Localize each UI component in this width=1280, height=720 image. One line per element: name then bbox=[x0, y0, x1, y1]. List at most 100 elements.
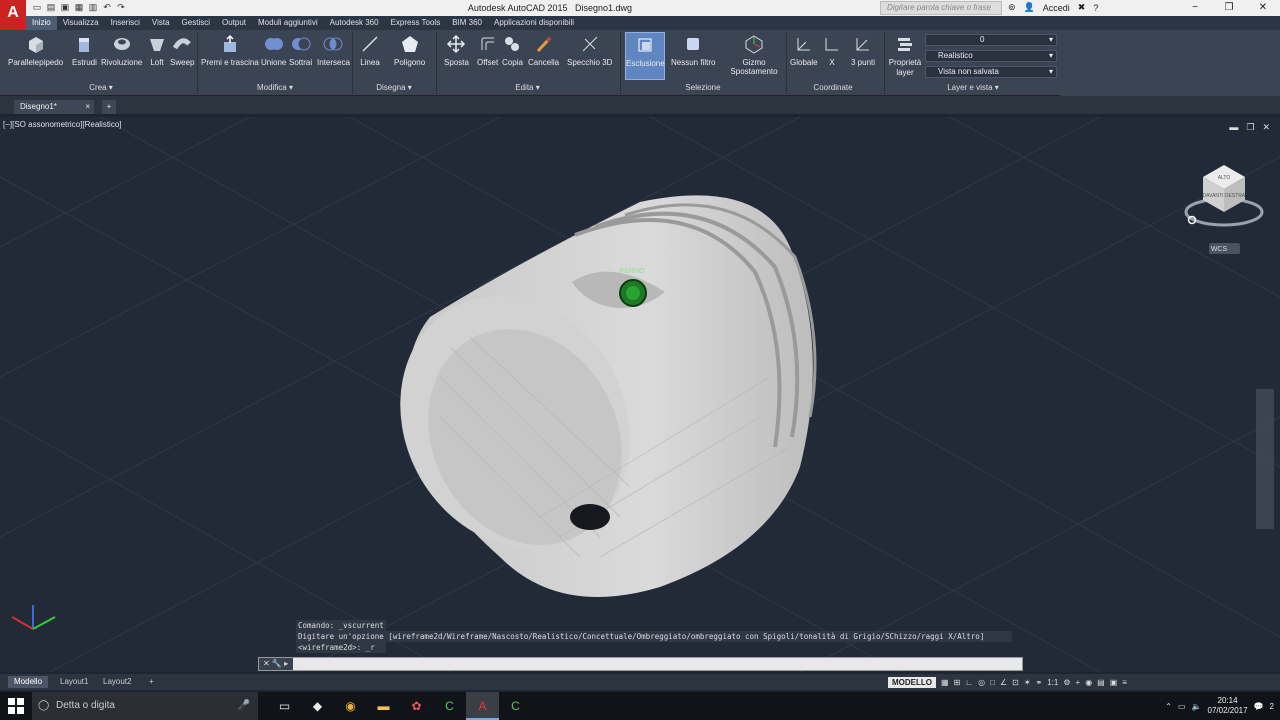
camtasia-icon[interactable]: C bbox=[433, 692, 466, 720]
osnap-icon[interactable]: □ bbox=[990, 678, 995, 687]
tab-applicazioni-disponibili[interactable]: Applicazioni disponibili bbox=[488, 16, 580, 30]
model-space-button[interactable]: MODELLO bbox=[888, 676, 936, 688]
camtasia-recorder-icon[interactable]: C bbox=[499, 692, 532, 720]
ucs-3-punti-button[interactable]: 3 punti bbox=[851, 34, 875, 67]
loft-button[interactable]: Loft bbox=[147, 34, 167, 67]
volume-icon[interactable]: 🔈 bbox=[1192, 702, 1202, 711]
group-layer-e-vista[interactable]: Layer e vista ▾ bbox=[888, 83, 1058, 92]
command-line-controls[interactable]: ✕ 🔧 ▸ bbox=[259, 658, 293, 670]
dynucs-icon[interactable]: ⊡ bbox=[1012, 678, 1019, 687]
exchange-icon[interactable]: ✖ bbox=[1078, 2, 1086, 13]
proprieta-layer-button[interactable]: Proprietà layer bbox=[888, 34, 922, 78]
print-icon[interactable]: ▥ bbox=[88, 2, 98, 12]
tab-layout2[interactable]: Layout2 bbox=[97, 676, 137, 688]
group-modifica[interactable]: Modifica ▾ bbox=[200, 83, 350, 92]
drawing-viewport[interactable]: PERNO ALTO DAVANTI DESTRA WCS [−][SO ass… bbox=[0, 117, 1280, 672]
unione-button[interactable]: Unione bbox=[261, 34, 286, 67]
sottrai-button[interactable]: Sottrai bbox=[289, 34, 312, 67]
cortana-search-input[interactable]: ◯ Detta o digita 🎤 bbox=[32, 692, 258, 720]
minimize-icon[interactable]: ▬ bbox=[1229, 122, 1238, 133]
grid-icon[interactable]: ▦ bbox=[941, 678, 949, 687]
group-crea[interactable]: Crea ▾ bbox=[6, 83, 196, 92]
undo-icon[interactable]: ↶ bbox=[102, 2, 112, 12]
ortho-icon[interactable]: ∟ bbox=[965, 678, 973, 687]
tab-layout1[interactable]: Layout1 bbox=[54, 676, 94, 688]
new-tab-button[interactable]: + bbox=[102, 100, 116, 114]
group-disegna[interactable]: Disegna ▾ bbox=[354, 83, 434, 92]
user-icon[interactable]: 👤 bbox=[1024, 2, 1035, 13]
esclusione-button[interactable]: Esclusione bbox=[625, 32, 665, 80]
signin-link[interactable]: Accedi bbox=[1043, 3, 1070, 13]
close-icon[interactable]: ✕ bbox=[1246, 0, 1280, 16]
restore-icon[interactable]: ❐ bbox=[1212, 0, 1246, 16]
autocad-logo-icon[interactable]: A bbox=[0, 0, 26, 30]
clock[interactable]: 20:14 07/02/2017 bbox=[1208, 696, 1248, 716]
command-input[interactable]: ✕ 🔧 ▸ bbox=[258, 657, 1023, 671]
isolate-icon[interactable]: ◉ bbox=[1085, 678, 1092, 687]
clean-screen-icon[interactable]: ▣ bbox=[1110, 678, 1118, 687]
open-icon[interactable]: ▤ bbox=[46, 2, 56, 12]
app-icon[interactable]: ✿ bbox=[400, 692, 433, 720]
network-icon[interactable]: ▭ bbox=[1178, 702, 1186, 711]
close-icon[interactable]: ✕ bbox=[1262, 122, 1270, 133]
minimize-icon[interactable]: − bbox=[1178, 0, 1212, 16]
annotation-icon[interactable]: ✶ bbox=[1024, 678, 1031, 687]
tab-vista[interactable]: Vista bbox=[146, 16, 176, 30]
tab-inserisci[interactable]: Inserisci bbox=[105, 16, 146, 30]
copia-button[interactable]: Copia bbox=[502, 34, 523, 67]
menu-icon[interactable]: ≡ bbox=[1122, 678, 1127, 687]
group-edita[interactable]: Edita ▾ bbox=[440, 83, 615, 92]
task-view-icon[interactable]: ▭ bbox=[268, 692, 301, 720]
new-icon[interactable]: ▭ bbox=[32, 2, 42, 12]
close-icon[interactable]: × bbox=[85, 100, 94, 114]
globale-button[interactable]: Globale bbox=[790, 34, 818, 67]
chevron-up-icon[interactable]: ⌃ bbox=[1165, 702, 1172, 711]
specchio-3d-button[interactable]: Specchio 3D bbox=[567, 34, 612, 67]
poligono-button[interactable]: Poligono bbox=[394, 34, 425, 67]
chrome-icon[interactable]: ◉ bbox=[334, 692, 367, 720]
gizmo-spostamento-button[interactable]: Gizmo Spostamento bbox=[730, 34, 778, 76]
polar-icon[interactable]: ◎ bbox=[978, 678, 985, 687]
viewcube[interactable]: ALTO DAVANTI DESTRA bbox=[1184, 165, 1264, 227]
model-space-canvas[interactable]: PERNO ALTO DAVANTI DESTRA WCS bbox=[0, 117, 1280, 672]
snap-icon[interactable]: ⊞ bbox=[954, 678, 961, 687]
rivoluzione-button[interactable]: Rivoluzione bbox=[101, 34, 142, 67]
layer-dropdown[interactable]: 0 ▾ bbox=[925, 34, 1057, 46]
viewport-controls-label[interactable]: [−][SO assonometrico][Realistico] bbox=[3, 120, 122, 129]
linea-button[interactable]: Linea bbox=[360, 34, 380, 67]
autocad-taskbar-icon[interactable]: A bbox=[466, 692, 499, 720]
scale-dropdown[interactable]: 1:1 bbox=[1047, 678, 1058, 687]
binoculars-icon[interactable]: ⊚ bbox=[1008, 2, 1016, 13]
tab-inizio[interactable]: Inizio bbox=[26, 16, 57, 30]
otrack-icon[interactable]: ∠ bbox=[1000, 678, 1007, 687]
sposta-button[interactable]: Sposta bbox=[444, 34, 469, 67]
tab-modello[interactable]: Modello bbox=[8, 676, 49, 688]
named-view-dropdown[interactable]: Vista non salvata ▾ bbox=[925, 66, 1057, 78]
navigation-bar[interactable] bbox=[1256, 389, 1274, 529]
microphone-icon[interactable]: 🎤 bbox=[238, 692, 250, 720]
tab-express-tools[interactable]: Express Tools bbox=[385, 16, 447, 30]
nessun-filtro-button[interactable]: Nessun filtro bbox=[671, 34, 715, 67]
help-icon[interactable]: ? bbox=[1093, 3, 1098, 13]
add-layout-button[interactable]: + bbox=[143, 676, 160, 688]
cancella-button[interactable]: Cancella bbox=[528, 34, 559, 67]
parallelepipedo-button[interactable]: Parallelepipedo bbox=[8, 34, 63, 67]
tab-visualizza[interactable]: Visualizza bbox=[57, 16, 105, 30]
restore-icon[interactable]: ❐ bbox=[1246, 122, 1254, 133]
interseca-button[interactable]: Interseca bbox=[317, 34, 350, 67]
tab-output[interactable]: Output bbox=[216, 16, 252, 30]
save-icon[interactable]: ▣ bbox=[60, 2, 70, 12]
premi-e-trascina-button[interactable]: Premi e trascina bbox=[201, 34, 259, 67]
tab-moduli-aggiuntivi[interactable]: Moduli aggiuntivi bbox=[252, 16, 324, 30]
estrudi-button[interactable]: Estrudi bbox=[72, 34, 97, 67]
redo-icon[interactable]: ↷ bbox=[116, 2, 126, 12]
save-as-icon[interactable]: ▦ bbox=[74, 2, 84, 12]
drawing-tab[interactable]: Disegno1* × bbox=[14, 100, 94, 114]
file-explorer-icon[interactable]: ▬ bbox=[367, 692, 400, 720]
piston-model[interactable]: PERNO bbox=[357, 195, 817, 597]
keyword-search-input[interactable]: Digitare parola chiave o frase bbox=[880, 1, 1002, 15]
tab-autodesk-360[interactable]: Autodesk 360 bbox=[324, 16, 385, 30]
annoscale-icon[interactable]: ⚭ bbox=[1036, 678, 1043, 687]
ucs-x-button[interactable]: X bbox=[822, 34, 842, 67]
gear-icon[interactable]: ⚙ bbox=[1063, 678, 1070, 687]
